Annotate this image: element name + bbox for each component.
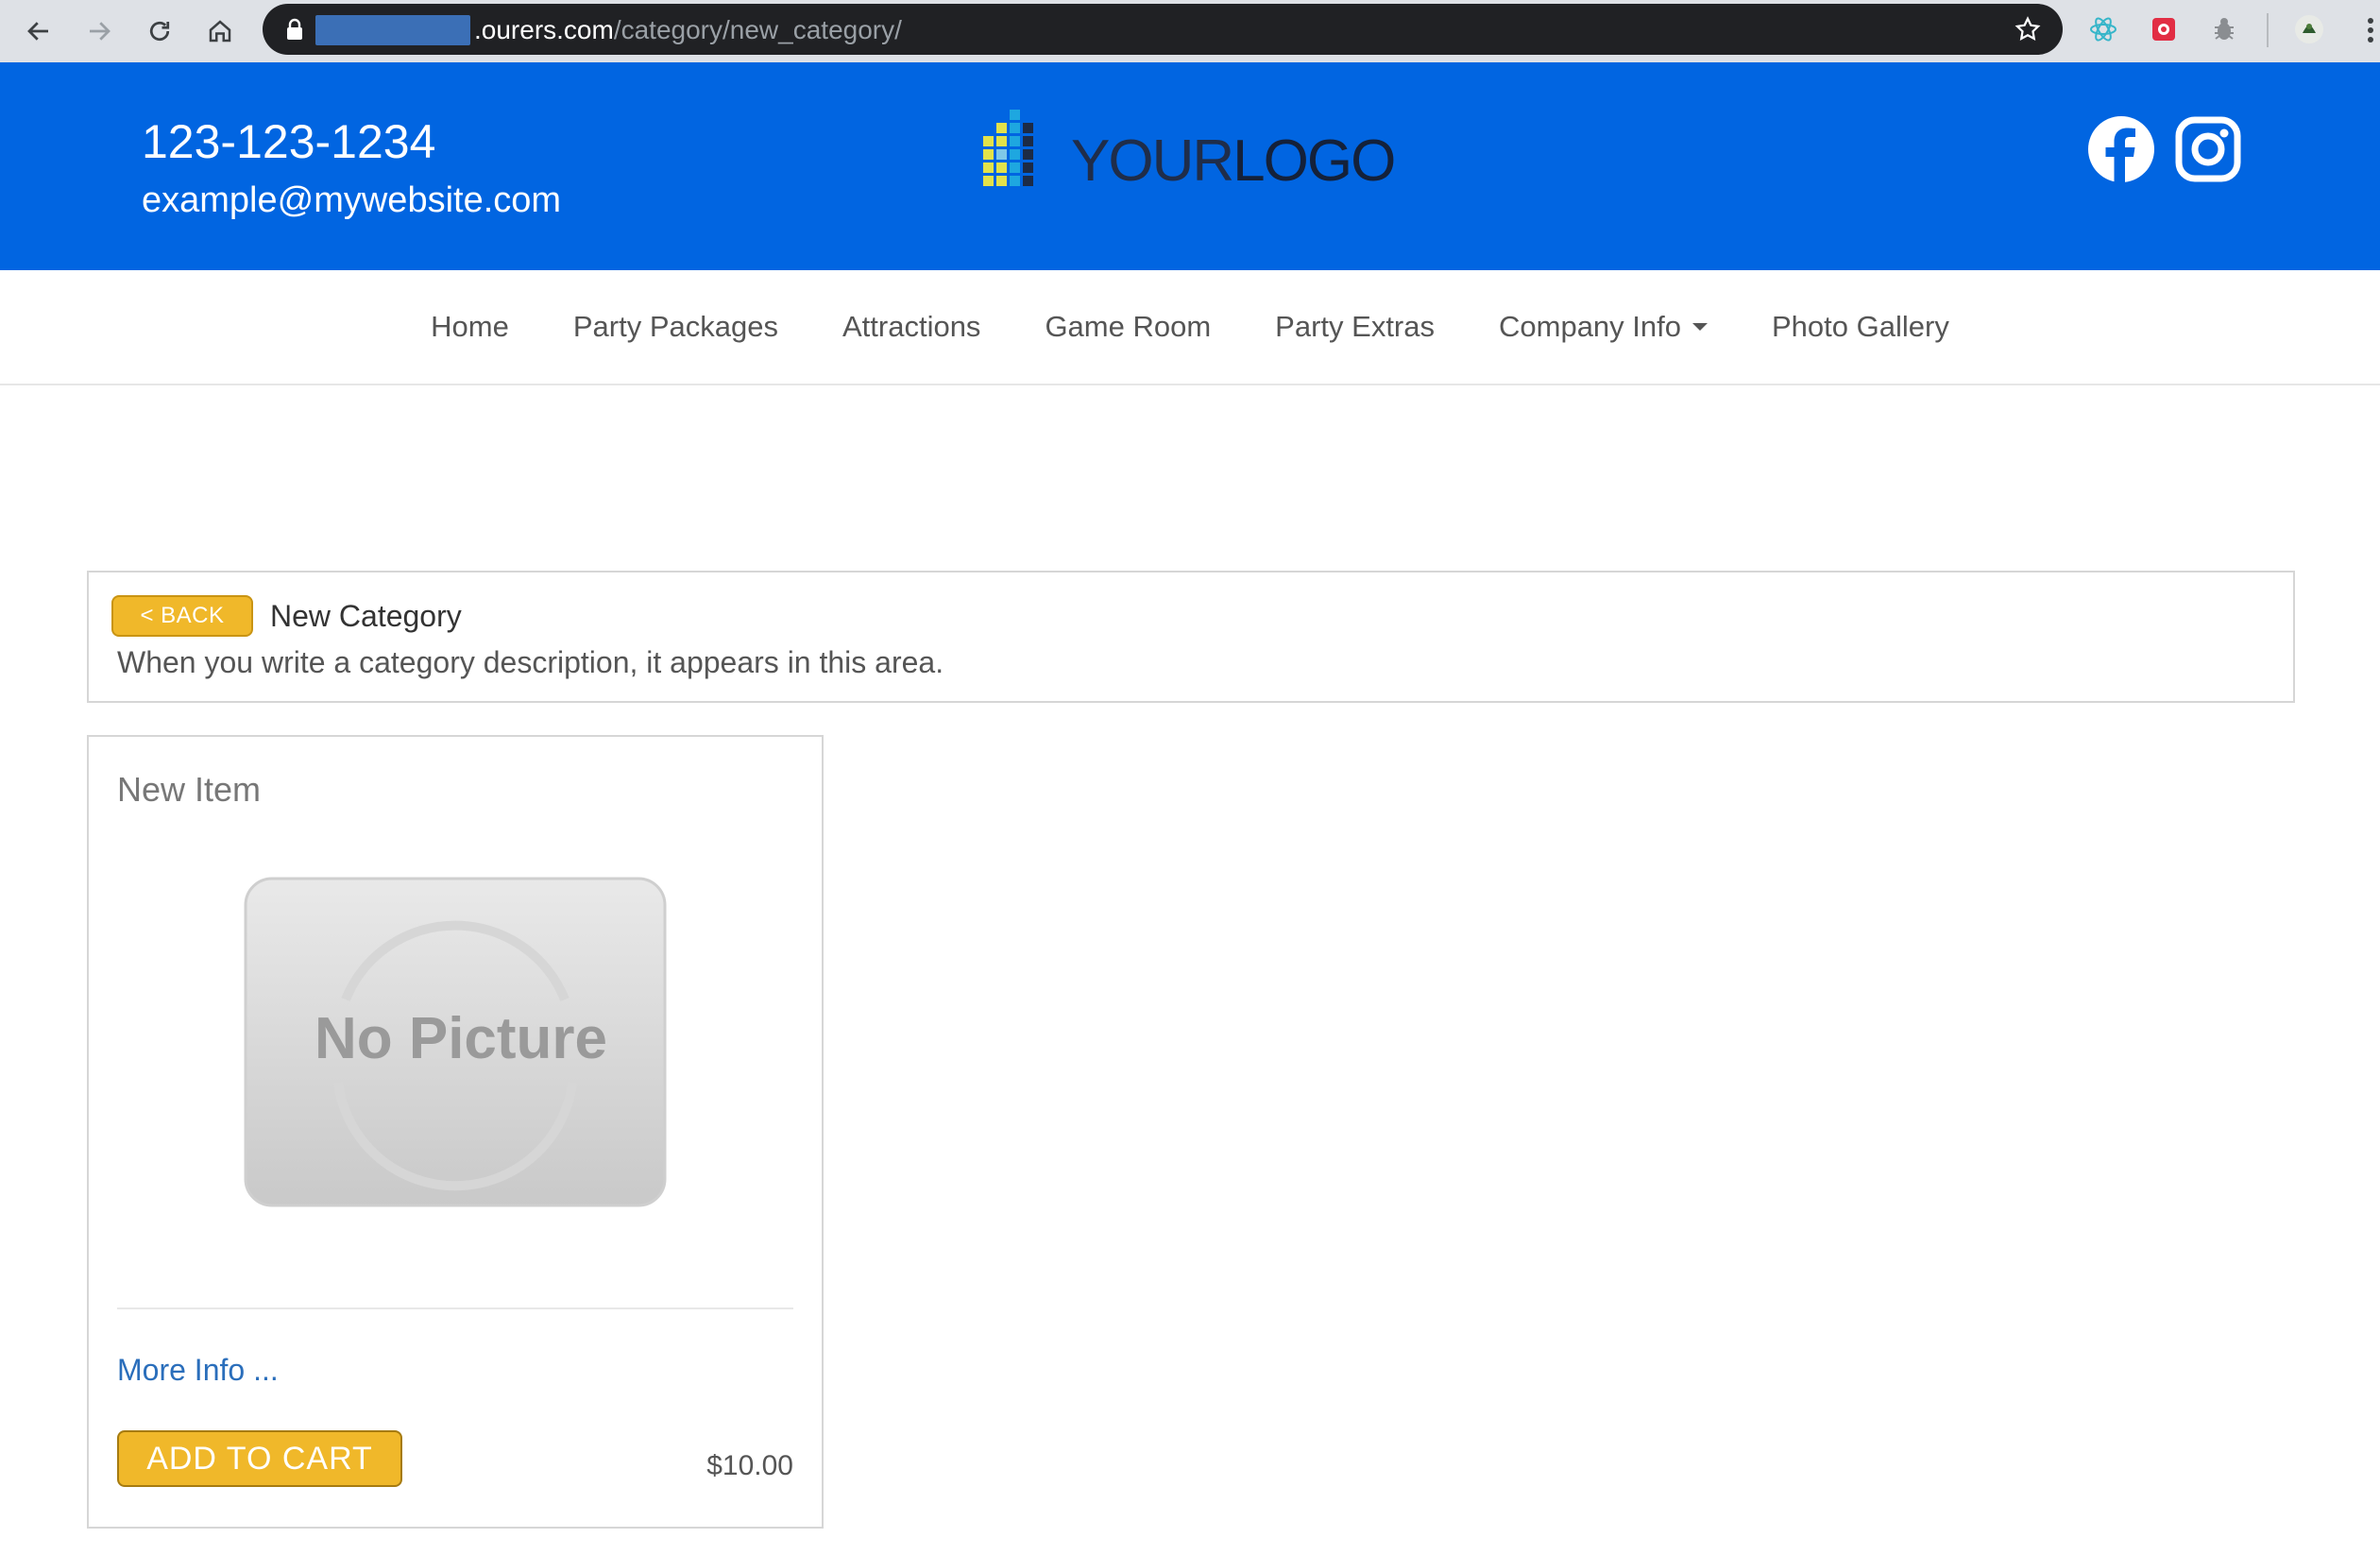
extension-redux-icon[interactable]: [2148, 13, 2180, 45]
contact-phone[interactable]: 123-123-1234: [142, 113, 435, 170]
profile-avatar-icon[interactable]: [2293, 13, 2325, 45]
more-info-link[interactable]: More Info ...: [117, 1351, 279, 1389]
back-button[interactable]: < BACK: [111, 595, 253, 637]
nav-item-photo-gallery[interactable]: Photo Gallery: [1772, 310, 1949, 344]
url-text: .ourers.com/category/new_category/: [474, 15, 902, 44]
back-arrow-icon[interactable]: [21, 13, 57, 49]
address-bar[interactable]: .ourers.com/category/new_category/: [263, 4, 2063, 55]
forward-arrow-icon[interactable]: [81, 13, 117, 49]
menu-kebab-icon[interactable]: [2365, 13, 2376, 47]
category-header: < BACK New Category When you write a cat…: [87, 571, 2295, 703]
contact-email[interactable]: example@mywebsite.com: [142, 179, 561, 221]
instagram-icon[interactable]: [2174, 115, 2242, 183]
category-description: When you write a category description, i…: [117, 645, 944, 679]
logo-text: YOURLOGO: [1071, 128, 1396, 194]
browser-toolbar: .ourers.com/category/new_category/: [0, 0, 2380, 63]
extension-bug-icon[interactable]: [2208, 13, 2240, 45]
url-redaction: [315, 15, 470, 45]
caret-down-icon: [1692, 323, 1708, 331]
main-navigation: Home Party Packages Attractions Game Roo…: [0, 270, 2380, 385]
facebook-icon[interactable]: [2087, 115, 2155, 183]
extension-react-icon[interactable]: [2087, 13, 2119, 45]
bookmark-star-icon[interactable]: [2014, 15, 2042, 43]
site-header: 123-123-1234 example@mywebsite.com YOURL…: [0, 62, 2380, 270]
logo-grid-icon: [983, 110, 1033, 186]
lock-icon: [287, 18, 302, 40]
nav-item-company-info[interactable]: Company Info: [1499, 310, 1708, 344]
reload-icon[interactable]: [142, 13, 178, 49]
nav-item-home[interactable]: Home: [431, 310, 509, 344]
site-logo[interactable]: YOURLOGO: [982, 100, 1396, 204]
category-title: New Category: [270, 599, 462, 633]
product-card: New Item No Picture More Info ... ADD TO…: [87, 735, 824, 1529]
toolbar-divider: [2267, 13, 2269, 47]
add-to-cart-button[interactable]: ADD TO CART: [117, 1430, 402, 1487]
no-picture-label: No Picture: [314, 1006, 607, 1071]
nav-item-attractions[interactable]: Attractions: [842, 310, 980, 344]
nav-item-party-extras[interactable]: Party Extras: [1275, 310, 1435, 344]
product-price: $10.00: [706, 1450, 793, 1481]
product-image-placeholder[interactable]: No Picture: [244, 877, 667, 1207]
nav-item-party-packages[interactable]: Party Packages: [573, 310, 778, 344]
nav-item-game-room[interactable]: Game Room: [1045, 310, 1211, 344]
card-divider: [117, 1307, 793, 1309]
home-icon[interactable]: [202, 13, 238, 49]
product-title[interactable]: New Item: [117, 769, 261, 811]
